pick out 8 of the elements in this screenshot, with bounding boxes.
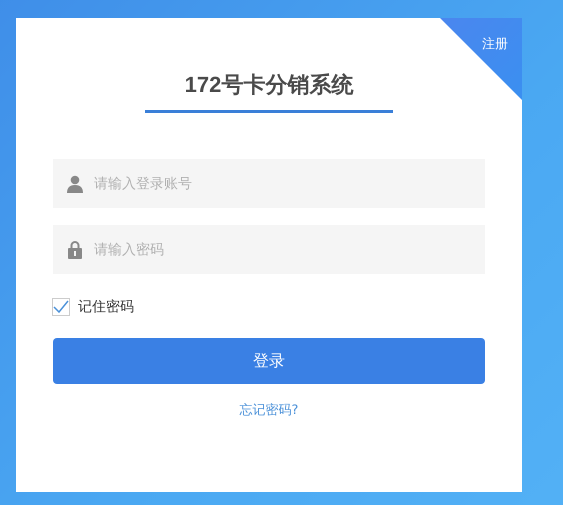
lock-icon	[66, 240, 84, 259]
login-button[interactable]: 登录	[53, 338, 485, 384]
remember-label: 记住密码	[78, 298, 134, 316]
forgot-password-link[interactable]: 忘记密码?	[240, 401, 298, 419]
register-link[interactable]: 注册	[440, 18, 522, 100]
remember-checkbox[interactable]	[52, 298, 70, 316]
user-icon	[66, 174, 84, 192]
system-title: 172号卡分销系统	[145, 70, 393, 113]
